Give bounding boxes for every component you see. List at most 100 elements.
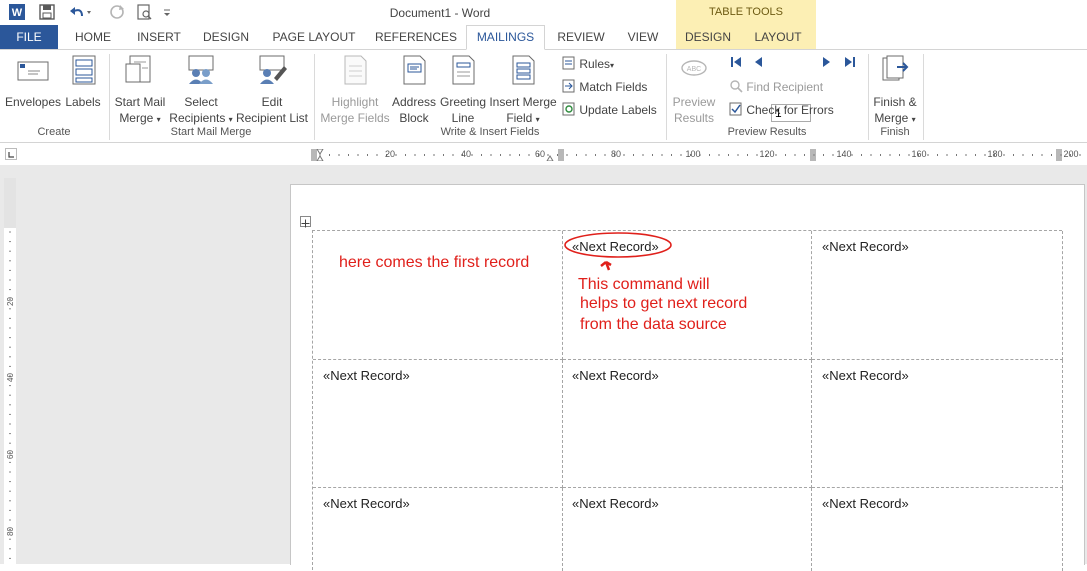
last-record-icon bbox=[843, 57, 857, 72]
table-move-handle-icon[interactable] bbox=[300, 216, 311, 228]
address-block-icon bbox=[391, 54, 437, 90]
update-labels-icon bbox=[562, 102, 576, 117]
check-errors-icon bbox=[729, 102, 743, 117]
rules-button[interactable]: Rules▾ bbox=[562, 55, 614, 73]
envelopes-button[interactable]: Envelopes bbox=[4, 54, 62, 110]
tab-table-layout[interactable]: LAYOUT bbox=[740, 25, 816, 49]
ruler-label: 20 bbox=[384, 149, 396, 159]
start-mail-merge-button[interactable]: Start Mail Merge ▾ bbox=[112, 54, 168, 128]
next-record-icon bbox=[821, 57, 833, 72]
group-label-preview-results: Preview Results bbox=[727, 126, 807, 138]
annotation-next-record-line1: This command will bbox=[578, 276, 710, 293]
ruler-label: 180 bbox=[987, 149, 1003, 159]
group-label-write-insert-fields: Write & Insert Fields bbox=[440, 126, 540, 138]
tab-design[interactable]: DESIGN bbox=[196, 25, 256, 49]
tab-review[interactable]: REVIEW bbox=[552, 25, 610, 49]
group-label-start-mail-merge: Start Mail Merge bbox=[170, 126, 252, 138]
group-label-finish: Finish bbox=[880, 126, 910, 138]
dropdown-caret-icon: ▾ bbox=[610, 61, 615, 70]
start-mail-merge-icon bbox=[112, 54, 168, 90]
table-tools-label: TABLE TOOLS bbox=[676, 0, 816, 25]
last-record-button[interactable] bbox=[843, 55, 857, 73]
address-block-button[interactable]: Address Block bbox=[391, 54, 437, 126]
table-cell[interactable]: «Next Record» bbox=[812, 231, 1063, 360]
ruler-label: 160 bbox=[911, 149, 927, 159]
ruler-label: 40 bbox=[460, 149, 472, 159]
highlight-merge-fields-icon bbox=[318, 54, 392, 90]
next-record-field[interactable]: «Next Record» bbox=[572, 368, 659, 383]
ruler-label: 200 bbox=[1063, 149, 1079, 159]
select-recipients-icon bbox=[168, 54, 234, 90]
select-recipients-button[interactable]: Select Recipients ▾ bbox=[168, 54, 234, 128]
ruler-label: 80 bbox=[5, 527, 15, 536]
preview-results-button[interactable]: ABC Preview Results bbox=[669, 54, 719, 126]
labels-icon bbox=[62, 54, 104, 90]
table-cell[interactable]: «Next Record» bbox=[812, 360, 1063, 488]
tab-page-layout[interactable]: PAGE LAYOUT bbox=[266, 25, 362, 49]
ruler-label: 20 bbox=[5, 297, 15, 306]
document-page[interactable]: «Next Record» «Next Record» «Next Record… bbox=[290, 184, 1085, 571]
ruler-label: 40 bbox=[5, 373, 15, 382]
table-cell[interactable]: «Next Record» bbox=[812, 488, 1063, 571]
previous-record-button[interactable] bbox=[752, 55, 764, 73]
next-record-field[interactable]: «Next Record» bbox=[572, 496, 659, 511]
annotation-first-record: here comes the first record bbox=[339, 254, 530, 271]
tab-file[interactable]: FILE bbox=[0, 25, 58, 49]
vertical-ruler[interactable]: 20 40 60 80 bbox=[4, 178, 16, 564]
finish-merge-button[interactable]: Finish & Merge ▾ bbox=[870, 54, 920, 128]
match-fields-icon bbox=[562, 79, 576, 94]
next-record-field[interactable]: «Next Record» bbox=[822, 496, 909, 511]
table-cell[interactable]: «Next Record» bbox=[313, 360, 563, 488]
find-recipient-button[interactable]: Find Recipient bbox=[729, 78, 823, 96]
insert-merge-field-icon bbox=[488, 54, 558, 90]
check-for-errors-button[interactable]: Check for Errors bbox=[729, 101, 834, 119]
dropdown-caret-icon: ▾ bbox=[535, 115, 540, 124]
next-record-field[interactable]: «Next Record» bbox=[822, 368, 909, 383]
next-record-field[interactable]: «Next Record» bbox=[323, 368, 410, 383]
find-recipient-icon bbox=[729, 80, 743, 94]
labels-button[interactable]: Labels bbox=[62, 54, 104, 110]
horizontal-ruler-row: 20 40 60 80 100 120 140 160 180 200 bbox=[0, 143, 1087, 165]
horizontal-ruler[interactable]: 20 40 60 80 100 120 140 160 180 200 bbox=[290, 149, 1082, 161]
next-record-field[interactable]: «Next Record» bbox=[323, 496, 410, 511]
document-workspace: 20 40 60 80 «Next Record» «Next Record» … bbox=[0, 165, 1087, 571]
tab-mailings[interactable]: MAILINGS bbox=[466, 25, 545, 50]
group-divider bbox=[109, 54, 110, 140]
tab-references[interactable]: REFERENCES bbox=[372, 25, 460, 49]
group-divider bbox=[923, 54, 924, 140]
table-cell[interactable]: «Next Record» bbox=[313, 488, 563, 571]
first-record-icon bbox=[729, 57, 743, 72]
tab-view[interactable]: VIEW bbox=[617, 25, 669, 49]
finish-merge-icon bbox=[870, 54, 920, 90]
highlight-merge-fields-button[interactable]: Highlight Merge Fields bbox=[318, 54, 392, 126]
group-divider bbox=[666, 54, 667, 140]
dropdown-caret-icon: ▾ bbox=[911, 115, 916, 124]
tab-home[interactable]: HOME bbox=[63, 25, 123, 49]
title-bar: W Document1 - Word TABLE TOOLS bbox=[0, 0, 1087, 25]
ribbon-tabs: FILE HOME INSERT DESIGN PAGE LAYOUT REFE… bbox=[0, 25, 1087, 50]
first-record-button[interactable] bbox=[729, 55, 743, 73]
dropdown-caret-icon: ▾ bbox=[156, 115, 161, 124]
table-cell[interactable]: «Next Record» bbox=[563, 360, 812, 488]
tab-selector-icon[interactable] bbox=[5, 148, 17, 160]
ruler-label: 120 bbox=[759, 149, 775, 159]
table-cell[interactable] bbox=[313, 231, 563, 360]
table-cell[interactable]: «Next Record» bbox=[563, 488, 812, 571]
ruler-label: 140 bbox=[836, 149, 852, 159]
insert-merge-field-button[interactable]: Insert Merge Field ▾ bbox=[488, 54, 558, 128]
match-fields-button[interactable]: Match Fields bbox=[562, 78, 647, 96]
next-record-field[interactable]: «Next Record» bbox=[822, 239, 909, 254]
update-labels-button[interactable]: Update Labels bbox=[562, 101, 657, 119]
tab-table-design[interactable]: DESIGN bbox=[676, 25, 740, 49]
annotation-next-record-line2: helps to get next record bbox=[580, 295, 748, 312]
next-record-button[interactable] bbox=[821, 55, 833, 73]
group-divider bbox=[314, 54, 315, 140]
group-divider bbox=[868, 54, 869, 140]
edit-recipient-list-button[interactable]: Edit Recipient List bbox=[234, 54, 310, 126]
greeting-line-button[interactable]: Greeting Line bbox=[438, 54, 488, 126]
dropdown-caret-icon: ▾ bbox=[228, 115, 233, 124]
ruler-label: 100 bbox=[685, 149, 701, 159]
ruler-label: 80 bbox=[610, 149, 622, 159]
tab-insert[interactable]: INSERT bbox=[130, 25, 188, 49]
rules-icon bbox=[562, 56, 576, 71]
